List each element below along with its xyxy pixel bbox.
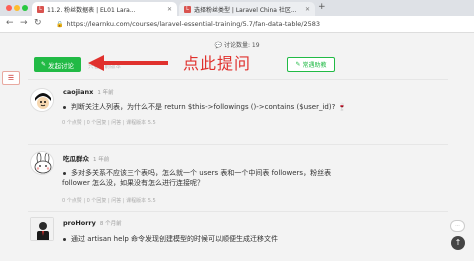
comment-time: 1 年前 [93,157,110,163]
edit-icon: ✎ [295,61,301,68]
address-bar-url: https://learnku.com/courses/laravel-esse… [66,20,321,28]
browser-tab-bar: L 11.2. 粉丝数据表 | EL01 Lara... ✕ L 选择粉丝类型 … [0,0,474,16]
new-tab-icon[interactable]: + [318,2,326,12]
comment-meta: 0 个点赞 | 0 个回复 | 问答 | 课程版本 5.5 [62,198,156,204]
comment-author[interactable]: 吃瓜群众 1 年前 [63,153,109,163]
chat-icon[interactable]: ··· [450,220,465,232]
forward-icon[interactable]: → [20,18,28,28]
avatar[interactable] [30,217,54,241]
back-icon[interactable]: ← [6,18,14,28]
comment-author[interactable]: caojianx 1 年前 [63,88,114,96]
browser-tab-1[interactable]: L 11.2. 粉丝数据表 | EL01 Lara... ✕ [32,2,177,16]
faq-tutor-button[interactable]: ✎ 常遇助教 [287,57,335,72]
rabbit-avatar-icon [31,152,53,174]
comment-item: 吃瓜群众 1 年前 多对多关系不应该三个表吗，怎么就一个 users 表和一个中间… [28,151,448,211]
browser-toolbar: ← → ↻ 🔒 https://learnku.com/courses/lara… [0,16,474,33]
close-tab-icon[interactable]: ✕ [164,6,172,13]
post-discussion-button[interactable]: ✎ 发起讨论 [34,57,81,72]
comment-meta: 0 个点赞 | 0 个回复 | 问答 | 课程版本 5.5 [62,120,156,126]
site-favicon-icon: L [37,5,44,13]
annotation-arrow [88,55,168,71]
browser-tab-2[interactable]: L 选择粉丝类型 | Laravel China 社区... ✕ [179,2,315,16]
page-content: ☰ 💬 讨论数量: 19 ✎ 发起讨论 只看当前版本 点此提问 ✎ 常遇助教 caoj… [0,33,474,261]
close-window-icon[interactable] [6,5,12,11]
comment-text: 通过 artisan help 命令发现创建模型的时候可以顺便生成迁移文件 [62,234,362,244]
comment-item: proHorry 8 个月前 通过 artisan help 命令发现创建模型的时… [28,217,448,261]
cartoon-avatar-icon [31,89,53,111]
person-avatar-icon [31,218,53,240]
comment-text: 多对多关系不应该三个表吗，怎么就一个 users 表和一个中间表 followe… [62,169,332,187]
lock-icon: 🔒 [56,20,64,28]
comment-text: 判断关注人列表，为什么不是 return $this->followings (… [62,102,362,112]
divider [28,79,448,80]
discussion-count: 💬 讨论数量: 19 [214,42,260,49]
comment-time: 1 年前 [97,90,114,96]
scroll-to-top-icon[interactable]: ↑ [451,236,465,250]
address-bar[interactable]: 🔒 https://learnku.com/courses/laravel-es… [56,18,320,30]
comment-author[interactable]: proHorry 8 个月前 [63,219,122,227]
comment-item: caojianx 1 年前 判断关注人列表，为什么不是 return $this-… [28,88,448,138]
close-tab-icon[interactable]: ✕ [302,6,310,13]
avatar[interactable] [30,88,54,112]
minimize-window-icon[interactable] [14,5,20,11]
avatar[interactable] [30,151,54,175]
annotation-text: 点此提问 [183,54,252,73]
sidebar-toggle-icon[interactable]: ☰ [2,71,20,85]
site-favicon-icon: L [184,5,191,13]
divider [28,211,448,212]
comment-icon: 💬 [214,42,222,49]
reload-icon[interactable]: ↻ [34,18,42,28]
comment-time: 8 个月前 [99,221,122,227]
browser-tab-2-label: 选择粉丝类型 | Laravel China 社区... [194,6,297,14]
edit-icon: ✎ [40,61,47,68]
browser-tab-1-label: 11.2. 粉丝数据表 | EL01 Lara... [47,6,136,14]
maximize-window-icon[interactable] [22,5,28,11]
divider [28,144,448,145]
